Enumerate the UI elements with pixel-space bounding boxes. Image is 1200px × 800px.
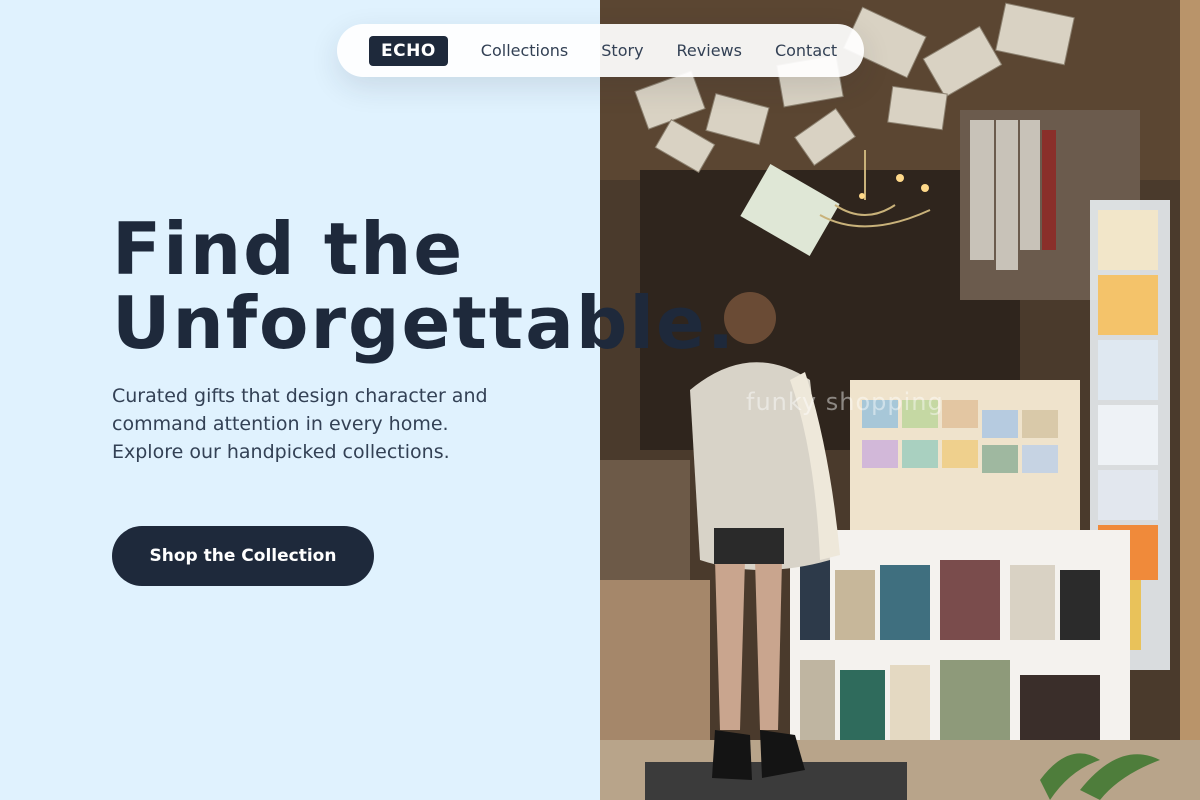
nav-link-story[interactable]: Story — [601, 41, 643, 60]
brand-logo[interactable]: ECHO — [369, 35, 448, 66]
nav-link-reviews[interactable]: Reviews — [677, 41, 742, 60]
photo-watermark: funky shopping — [746, 388, 944, 416]
nav-link-contact[interactable]: Contact — [775, 41, 837, 60]
hero-subtitle: Curated gifts that design character and … — [112, 385, 488, 463]
top-navigation: ECHO Collections Story Reviews Contact — [337, 24, 864, 77]
hero-title-line-2: Unforgettable. — [112, 281, 737, 365]
hero-title: Find the Unforgettable. — [112, 212, 752, 360]
nav-link-collections[interactable]: Collections — [481, 41, 568, 60]
hero-title-line-1: Find the — [112, 207, 465, 291]
shop-collection-button[interactable]: Shop the Collection — [112, 526, 374, 586]
